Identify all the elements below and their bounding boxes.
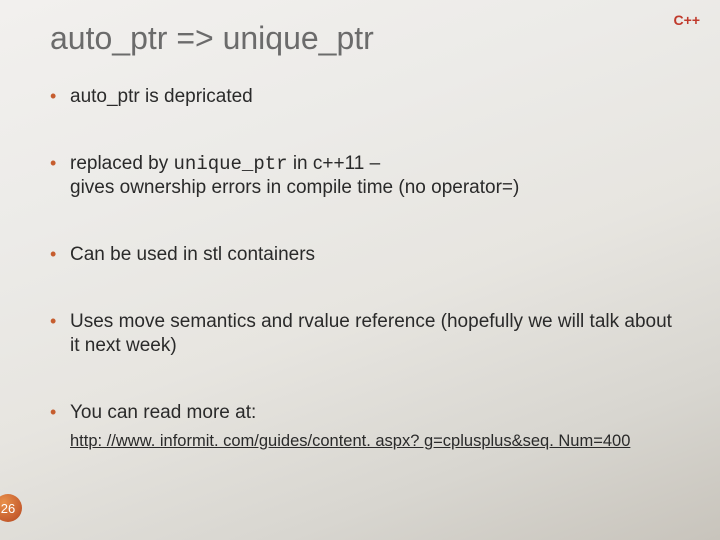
- code-text: unique_ptr: [174, 153, 288, 175]
- bullet-text: replaced by: [70, 153, 174, 174]
- bullet-list: auto_ptr is depricated replaced by uniqu…: [50, 85, 686, 426]
- page-number-badge: 26: [0, 494, 22, 522]
- bullet-item: You can read more at:: [50, 401, 686, 426]
- bullet-text: in c++11 –: [288, 153, 381, 174]
- bullet-item: auto_ptr is depricated: [50, 85, 686, 110]
- reference-link[interactable]: http: //www. informit. com/guides/conten…: [50, 432, 686, 451]
- bullet-item: Can be used in stl containers: [50, 243, 686, 268]
- language-badge: C++: [674, 12, 700, 28]
- bullet-item: replaced by unique_ptr in c++11 – gives …: [50, 152, 686, 201]
- slide-title: auto_ptr => unique_ptr: [50, 20, 686, 57]
- slide: C++ auto_ptr => unique_ptr auto_ptr is d…: [0, 0, 720, 540]
- bullet-item: Uses move semantics and rvalue reference…: [50, 310, 686, 359]
- bullet-text: gives ownership errors in compile time (…: [70, 176, 686, 201]
